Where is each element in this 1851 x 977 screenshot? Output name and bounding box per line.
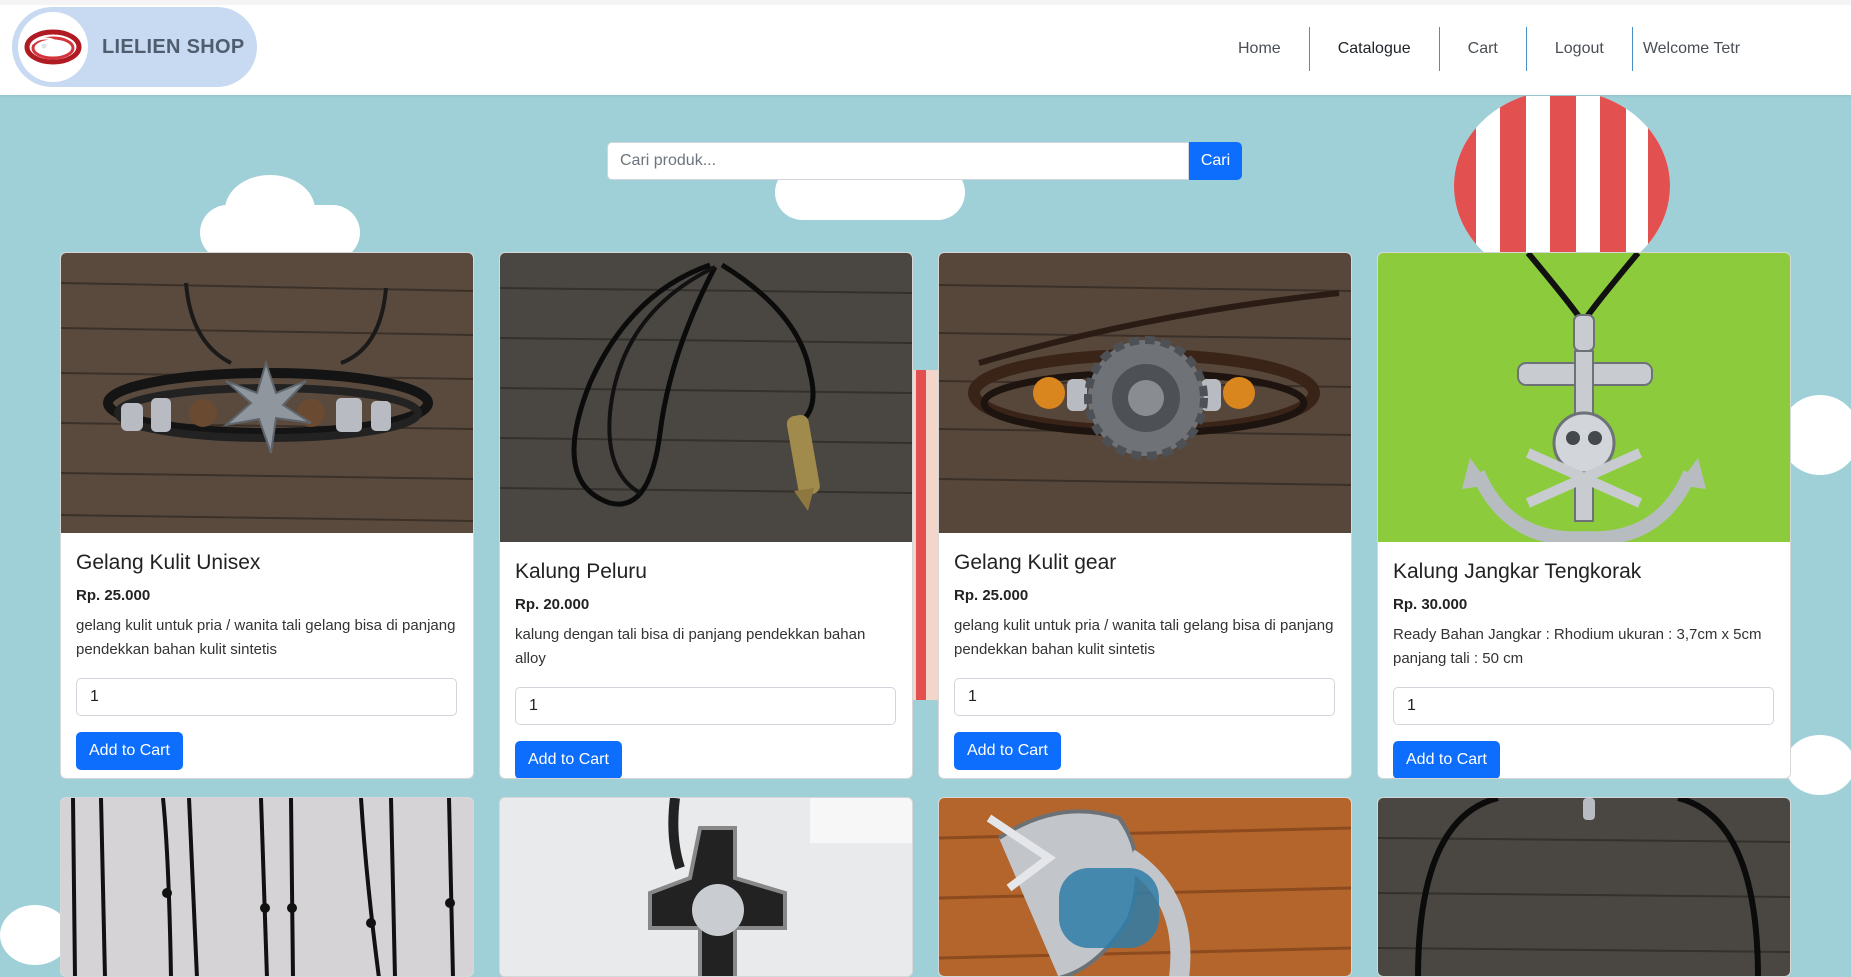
product-image xyxy=(61,253,473,533)
product-image xyxy=(1378,253,1790,542)
nav-home[interactable]: Home xyxy=(1210,27,1310,71)
product-image xyxy=(61,798,473,976)
product-price: Rp. 20.000 xyxy=(515,596,590,613)
add-to-cart-button[interactable]: Add to Cart xyxy=(954,732,1061,770)
search-bar: Cari xyxy=(607,142,1242,180)
product-card xyxy=(938,797,1352,977)
product-price: Rp. 30.000 xyxy=(1393,596,1468,613)
hot-air-balloon-decoration xyxy=(1454,96,1670,256)
brand-logo-link[interactable]: LIELIEN SHOP xyxy=(12,7,257,87)
quantity-input[interactable] xyxy=(954,678,1335,716)
product-price: Rp. 25.000 xyxy=(954,587,1029,604)
search-button[interactable]: Cari xyxy=(1189,142,1242,180)
product-card: Kalung Jangkar Tengkorak Rp. 30.000 Read… xyxy=(1377,252,1791,779)
quantity-input[interactable] xyxy=(515,687,896,725)
add-to-cart-button[interactable]: Add to Cart xyxy=(515,741,622,778)
navbar: LIELIEN SHOP Home Catalogue Cart Logout … xyxy=(0,0,1851,95)
card-body: Kalung Peluru Rp. 20.000 kalung dengan t… xyxy=(500,560,912,778)
product-description: Ready Bahan Jangkar : Rhodium ukuran : 3… xyxy=(1393,626,1762,667)
search-input[interactable] xyxy=(607,142,1189,180)
card-body: Kalung Jangkar Tengkorak Rp. 30.000 Read… xyxy=(1378,560,1790,778)
product-description: gelang kulit untuk pria / wanita tali ge… xyxy=(76,617,456,658)
cloud-decoration xyxy=(225,175,315,245)
welcome-text: Welcome Tetr xyxy=(1642,40,1741,57)
product-price: Rp. 25.000 xyxy=(76,587,151,604)
product-card: Gelang Kulit gear Rp. 25.000 gelang kuli… xyxy=(938,252,1352,779)
cloud-decoration xyxy=(1785,735,1851,795)
brand-name: LIELIEN SHOP xyxy=(102,35,245,58)
nav-catalogue[interactable]: Catalogue xyxy=(1310,27,1440,71)
product-card xyxy=(499,797,913,977)
quantity-input[interactable] xyxy=(76,678,457,716)
nav-logout[interactable]: Logout xyxy=(1527,27,1633,71)
nav-cart[interactable]: Cart xyxy=(1440,27,1527,71)
product-description: kalung dengan tali bisa di panjang pende… xyxy=(515,626,866,667)
product-image xyxy=(939,253,1351,533)
add-to-cart-button[interactable]: Add to Cart xyxy=(76,732,183,770)
card-body: Gelang Kulit Unisex Rp. 25.000 gelang ku… xyxy=(61,551,473,770)
product-image xyxy=(1378,798,1790,976)
product-title: Gelang Kulit gear xyxy=(954,551,1117,574)
product-title: Kalung Jangkar Tengkorak xyxy=(1393,560,1642,583)
card-body: Gelang Kulit gear Rp. 25.000 gelang kuli… xyxy=(939,551,1351,770)
product-card: Gelang Kulit Unisex Rp. 25.000 gelang ku… xyxy=(60,252,474,779)
product-image xyxy=(500,798,912,976)
product-card xyxy=(60,797,474,977)
product-image xyxy=(500,253,912,542)
quantity-input[interactable] xyxy=(1393,687,1774,725)
product-image xyxy=(939,798,1351,976)
product-card xyxy=(1377,797,1791,977)
product-title: Gelang Kulit Unisex xyxy=(76,551,261,574)
product-description: gelang kulit untuk pria / wanita tali ge… xyxy=(954,617,1334,658)
product-title: Kalung Peluru xyxy=(515,560,647,583)
product-card: Kalung Peluru Rp. 20.000 kalung dengan t… xyxy=(499,252,913,779)
nav-links: Home Catalogue Cart Logout Welcome Tetr xyxy=(1210,27,1740,71)
add-to-cart-button[interactable]: Add to Cart xyxy=(1393,741,1500,778)
brand-bracelet-icon xyxy=(18,12,88,82)
